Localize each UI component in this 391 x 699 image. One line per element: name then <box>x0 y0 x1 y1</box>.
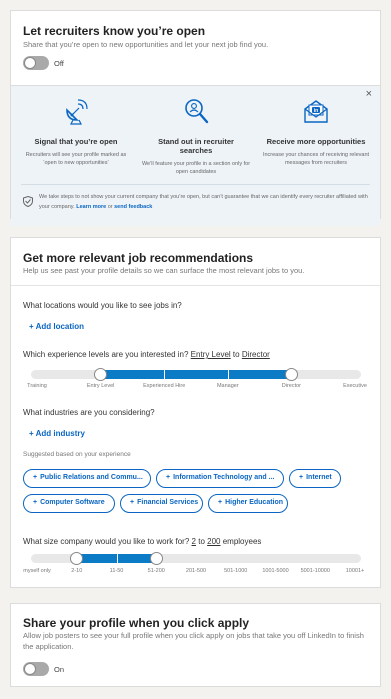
slider-level-label: 201-500 <box>185 568 207 574</box>
feature-desc: Recruiters will see your profile marked … <box>25 152 127 166</box>
plus-icon: + <box>218 499 223 506</box>
open-card-title: Let recruiters know you’re open <box>23 24 206 38</box>
slider-level-label: 2-10 <box>71 568 83 574</box>
feature-search: Stand out in recruiter searches We’ll fe… <box>141 96 251 176</box>
slider-level-label: 51-200 <box>147 568 165 574</box>
suggested-industry-pill[interactable]: + Financial Services <box>120 494 203 513</box>
locations-question: What locations would you like to see job… <box>23 301 182 310</box>
experience-question: Which experience levels are you interest… <box>23 350 270 359</box>
feature-title: Receive more opportunities <box>266 137 366 146</box>
share-toggle[interactable] <box>23 662 49 676</box>
plus-icon: + <box>33 474 38 481</box>
plus-icon: + <box>166 474 171 481</box>
suggested-industry-pill[interactable]: + Higher Education <box>208 494 288 513</box>
suggested-industry-pill[interactable]: + Public Relations and Commu... <box>23 469 151 488</box>
size-to-word: to <box>198 537 205 546</box>
experience-question-text: Which experience levels are you interest… <box>23 350 189 359</box>
slider-tick <box>116 554 118 563</box>
slider-min-handle[interactable] <box>70 552 84 565</box>
promo-panel: × Signal that you’re open Recruiters wil… <box>11 85 380 226</box>
size-to-value: 200 <box>207 537 221 546</box>
slider-level-label: 11-50 <box>109 568 124 574</box>
size-from-value: 2 <box>191 537 196 546</box>
rec-divider <box>11 285 380 286</box>
rec-card-title: Get more relevant job recommendations <box>23 251 254 265</box>
slider-tick <box>227 370 229 379</box>
add-location-button[interactable]: + Add location <box>29 322 84 331</box>
slider-level-label: Training <box>27 383 47 389</box>
inmail-envelope-icon: in <box>304 100 328 123</box>
company-size-question: What size company would you like to work… <box>23 537 261 546</box>
feature-title: Signal that you’re open <box>34 137 118 146</box>
size-question-text: What size company would you like to work… <box>23 537 190 546</box>
slider-level-label: Manager <box>216 383 239 389</box>
job-recommendations-card: Get more relevant job recommendations He… <box>10 237 381 588</box>
satellite-dish-icon <box>66 99 88 125</box>
company-size-slider[interactable] <box>31 552 361 565</box>
experience-slider[interactable] <box>31 368 361 381</box>
feature-opportunities: in Receive more opportunities Increase y… <box>261 96 371 167</box>
slider-tick <box>164 370 166 379</box>
share-card-title: Share your profile when you click apply <box>23 616 250 630</box>
open-toggle[interactable] <box>23 56 49 70</box>
or-text: or <box>107 203 113 210</box>
feature-signal: Signal that you’re open Recruiters will … <box>21 96 131 167</box>
learn-more-link[interactable]: Learn more <box>76 204 106 210</box>
magnifier-person-icon <box>185 99 209 124</box>
svg-text:in: in <box>314 108 318 114</box>
pill-label: Public Relations and Commu... <box>40 474 143 481</box>
pill-label: Higher Education <box>225 499 284 506</box>
pill-label: Information Technology and ... <box>173 474 275 481</box>
slider-selected-range <box>100 370 292 379</box>
slider-level-label: Executive <box>343 383 367 389</box>
feature-desc: We’ll feature your profile in a section … <box>141 161 251 175</box>
privacy-note: We take steps to not show your current c… <box>39 193 369 212</box>
slider-level-label: 10001+ <box>345 568 365 574</box>
feature-title: Stand out in recruiter searches <box>158 137 234 155</box>
slider-level-label: Entry Level <box>86 383 115 389</box>
plus-icon: + <box>130 499 135 506</box>
share-profile-card: Share your profile when you click apply … <box>10 603 381 687</box>
suggested-industry-pill[interactable]: + Internet <box>289 469 341 488</box>
share-card-subtitle: Allow job posters to see your full profi… <box>23 631 364 651</box>
slider-level-label: myself only <box>23 568 51 574</box>
size-suffix: employees <box>222 537 262 546</box>
privacy-divider <box>21 184 370 185</box>
slider-level-label: 1001-5000 <box>262 568 289 574</box>
open-toggle-label: Off <box>54 59 64 68</box>
experience-to-word: to <box>232 350 240 359</box>
rec-card-subtitle: Help us see past your profile details so… <box>23 266 305 275</box>
plus-icon: + <box>299 474 304 481</box>
open-to-recruiters-card: Let recruiters know you’re open Share th… <box>10 10 381 226</box>
suggested-label: Suggested based on your experience <box>23 451 131 458</box>
suggested-industry-pill[interactable]: + Information Technology and ... <box>156 469 284 488</box>
share-toggle-label: On <box>54 665 65 674</box>
slider-max-handle[interactable] <box>284 368 298 381</box>
open-card-subtitle: Share that you’re open to new opportunit… <box>23 40 269 49</box>
toggle-knob <box>24 57 36 69</box>
slider-min-handle[interactable] <box>94 368 108 381</box>
send-feedback-link[interactable]: send feedback <box>114 204 152 210</box>
feature-desc: Increase your chances of receiving relev… <box>262 152 370 166</box>
pill-label: Internet <box>306 474 332 481</box>
industries-question: What industries are you considering? <box>23 408 155 417</box>
pill-label: Financial Services <box>137 499 199 506</box>
slider-level-label: 5001-10000 <box>300 568 330 574</box>
suggested-industry-pill[interactable]: + Computer Software <box>23 494 115 513</box>
pill-label: Computer Software <box>40 499 105 506</box>
experience-to-value: Director <box>241 350 270 359</box>
experience-from-value: Entry Level <box>190 350 231 359</box>
slider-level-label: 501-1000 <box>224 568 248 574</box>
slider-max-handle[interactable] <box>149 552 163 565</box>
add-industry-button[interactable]: + Add industry <box>29 429 85 438</box>
shield-icon <box>23 196 33 207</box>
slider-level-label: Experienced Hire <box>143 383 186 389</box>
toggle-knob <box>24 663 36 675</box>
slider-level-label: Director <box>281 383 302 389</box>
plus-icon: + <box>33 499 38 506</box>
